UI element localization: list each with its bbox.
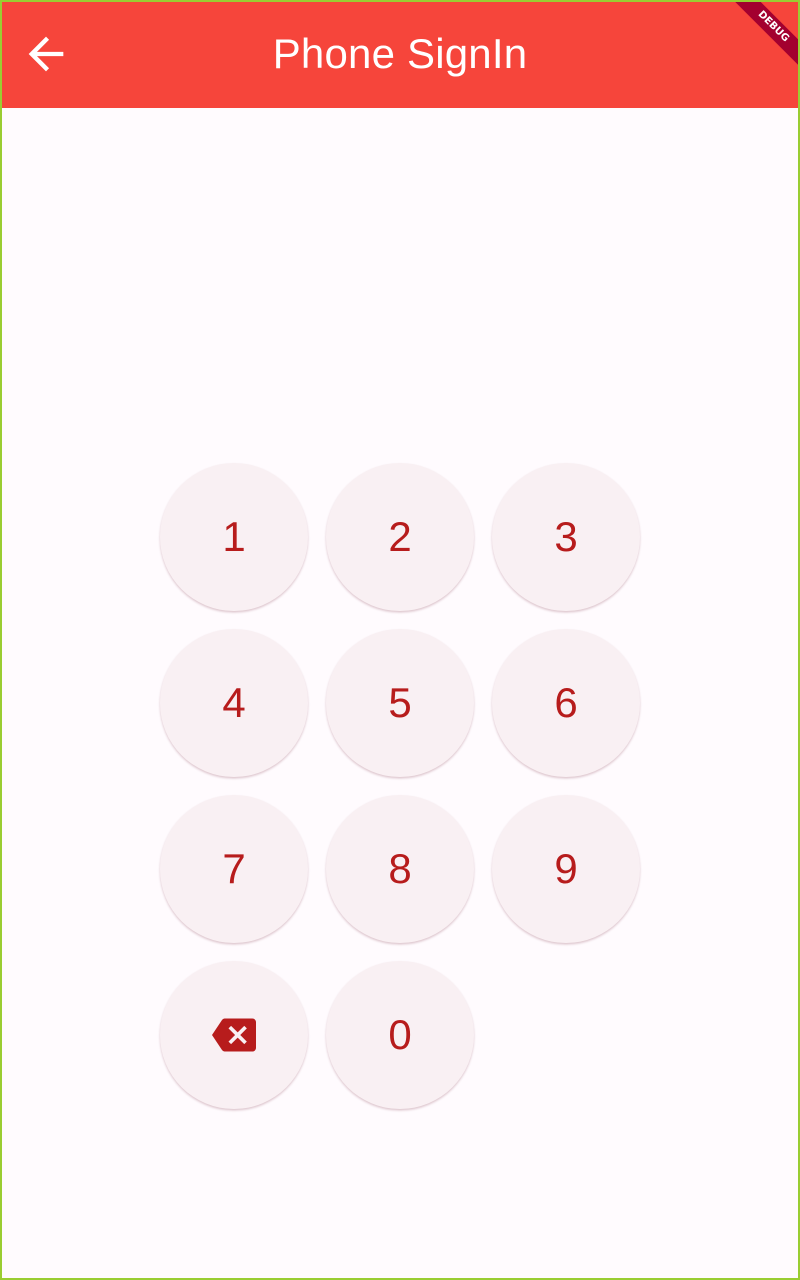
keypad-key-8[interactable]: 8: [326, 795, 474, 943]
keypad-key-6[interactable]: 6: [492, 629, 640, 777]
keypad-key-7[interactable]: 7: [160, 795, 308, 943]
app-bar: Phone SignIn DEBUG: [0, 0, 800, 108]
keypad-key-2[interactable]: 2: [326, 463, 474, 611]
keypad-key-0[interactable]: 0: [326, 961, 474, 1109]
keypad-key-1[interactable]: 1: [160, 463, 308, 611]
debug-label: DEBUG: [727, 0, 800, 73]
number-keypad: 1 2 3 4 5 6 7 8 9 0: [160, 463, 640, 1109]
keypad-key-9[interactable]: 9: [492, 795, 640, 943]
keypad-key-5[interactable]: 5: [326, 629, 474, 777]
keypad-key-3[interactable]: 3: [492, 463, 640, 611]
page-title: Phone SignIn: [272, 30, 528, 77]
backspace-icon: [212, 1018, 256, 1052]
keypad-key-4[interactable]: 4: [160, 629, 308, 777]
keypad-backspace-button[interactable]: [160, 961, 308, 1109]
debug-banner: DEBUG: [720, 0, 800, 80]
